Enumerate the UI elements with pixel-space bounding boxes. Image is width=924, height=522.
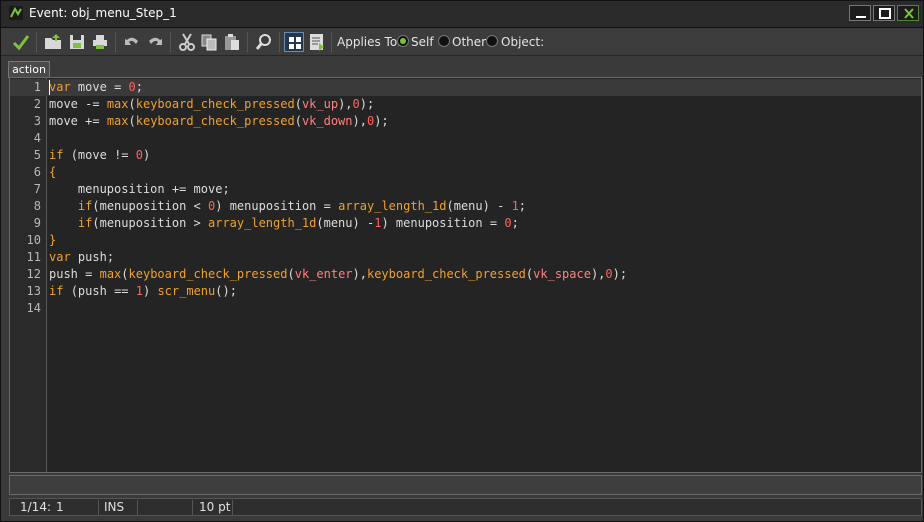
line-number: 1: [33, 80, 41, 94]
check-icon[interactable]: [11, 32, 31, 52]
window-title: Event: obj_menu_Step_1: [29, 6, 177, 20]
maximize-icon: [879, 8, 891, 19]
code-line[interactable]: 10 }: [10, 232, 921, 249]
line-number: 2: [33, 97, 41, 111]
redo-icon[interactable]: [145, 32, 165, 52]
status-bar: 1/14: 1 INS 10 pt: [9, 498, 922, 516]
status-mode: INS: [104, 500, 125, 514]
tab-action[interactable]: action: [8, 61, 50, 78]
code-line[interactable]: 4: [10, 130, 921, 147]
grid-icon[interactable]: [284, 32, 304, 52]
output-strip: [9, 475, 922, 495]
self-radio-label[interactable]: Self: [411, 35, 434, 49]
line-number: 7: [33, 182, 41, 196]
minimize-button[interactable]: [849, 5, 871, 21]
status-font-size: 10 pt: [199, 500, 231, 514]
print-icon[interactable]: [90, 32, 110, 52]
code-line[interactable]: 9 if(menuposition > array_length_1d(menu…: [10, 215, 921, 232]
other-radio[interactable]: [438, 35, 450, 47]
line-number: 10: [26, 233, 41, 247]
line-number: 3: [33, 114, 41, 128]
code-text: if (push == 1) scr_menu();: [49, 284, 237, 298]
code-text: var move = 0;: [49, 80, 143, 94]
line-number: 8: [33, 199, 41, 213]
code-file-icon[interactable]: [307, 32, 327, 52]
minimize-icon: [856, 16, 866, 18]
code-text: if(menuposition > array_length_1d(menu) …: [77, 216, 519, 230]
toolbar-separator: [36, 32, 37, 52]
open-folder-icon[interactable]: [43, 32, 63, 52]
line-number: 11: [26, 250, 41, 264]
undo-icon[interactable]: [122, 32, 142, 52]
close-icon: [904, 8, 914, 19]
line-number: 4: [33, 131, 41, 145]
line-number: 13: [26, 284, 41, 298]
code-line[interactable]: 14: [10, 300, 921, 317]
code-editor-window: Event: obj_menu_Step_1 Applies To: Self …: [0, 0, 924, 522]
code-line[interactable]: 12 push = max(keyboard_check_pressed(vk_…: [10, 266, 921, 283]
save-icon[interactable]: [67, 32, 87, 52]
object-radio[interactable]: [486, 35, 498, 47]
cut-icon[interactable]: [177, 32, 197, 52]
code-line[interactable]: 5 if (move != 0): [10, 147, 921, 164]
status-column: 1: [56, 500, 64, 514]
code-line[interactable]: 8 if(menuposition < 0) menuposition = ar…: [10, 198, 921, 215]
paste-icon[interactable]: [222, 32, 242, 52]
code-text: move -= max(keyboard_check_pressed(vk_up…: [49, 97, 375, 111]
code-text: if (move != 0): [49, 148, 151, 162]
toolbar: Applies To: Self Other Object:: [1, 28, 923, 56]
status-position: 1/14:: [20, 500, 51, 514]
line-number: 14: [26, 301, 41, 315]
line-number: 12: [26, 267, 41, 281]
self-radio[interactable]: [397, 35, 409, 47]
toolbar-separator: [115, 32, 116, 52]
copy-icon[interactable]: [199, 32, 219, 52]
code-text: }: [49, 233, 57, 247]
code-text: menuposition += move;: [77, 182, 230, 196]
status-divider: [232, 500, 233, 515]
code-line[interactable]: 11 var push;: [10, 249, 921, 266]
toolbar-separator: [170, 32, 171, 52]
title-bar[interactable]: Event: obj_menu_Step_1: [1, 1, 923, 28]
status-divider: [98, 500, 99, 515]
toolbar-separator: [331, 32, 332, 52]
other-radio-label[interactable]: Other: [452, 35, 486, 49]
status-divider: [192, 500, 193, 515]
code-text: {: [49, 165, 57, 179]
code-line[interactable]: 6 {: [10, 164, 921, 181]
toolbar-separator: [247, 32, 248, 52]
find-icon[interactable]: [254, 32, 274, 52]
close-button[interactable]: [897, 5, 919, 21]
line-number: 9: [33, 216, 41, 230]
code-line[interactable]: 1 var move = 0;: [10, 79, 921, 96]
toolbar-separator: [279, 32, 280, 52]
maximize-button[interactable]: [873, 5, 895, 21]
code-line[interactable]: 2 move -= max(keyboard_check_pressed(vk_…: [10, 96, 921, 113]
tab-strip: action: [1, 56, 923, 78]
code-text: var push;: [49, 250, 115, 264]
line-number: 6: [33, 165, 41, 179]
line-number: 5: [33, 148, 41, 162]
status-divider: [137, 500, 138, 515]
code-line[interactable]: 7 menuposition += move;: [10, 181, 921, 198]
gamemaker-logo-icon: [9, 6, 23, 20]
text-caret: [49, 80, 50, 95]
code-editor[interactable]: 1 var move = 0; 2 move -= max(keyboard_c…: [9, 77, 922, 473]
applies-to-label: Applies To:: [337, 35, 402, 49]
code-text: if(menuposition < 0) menuposition = arra…: [77, 199, 527, 213]
code-line[interactable]: 3 move += max(keyboard_check_pressed(vk_…: [10, 113, 921, 130]
object-radio-label[interactable]: Object:: [501, 35, 544, 49]
code-text: move += max(keyboard_check_pressed(vk_do…: [49, 114, 389, 128]
code-line[interactable]: 13 if (push == 1) scr_menu();: [10, 283, 921, 300]
code-text: push = max(keyboard_check_pressed(vk_ent…: [49, 267, 628, 281]
